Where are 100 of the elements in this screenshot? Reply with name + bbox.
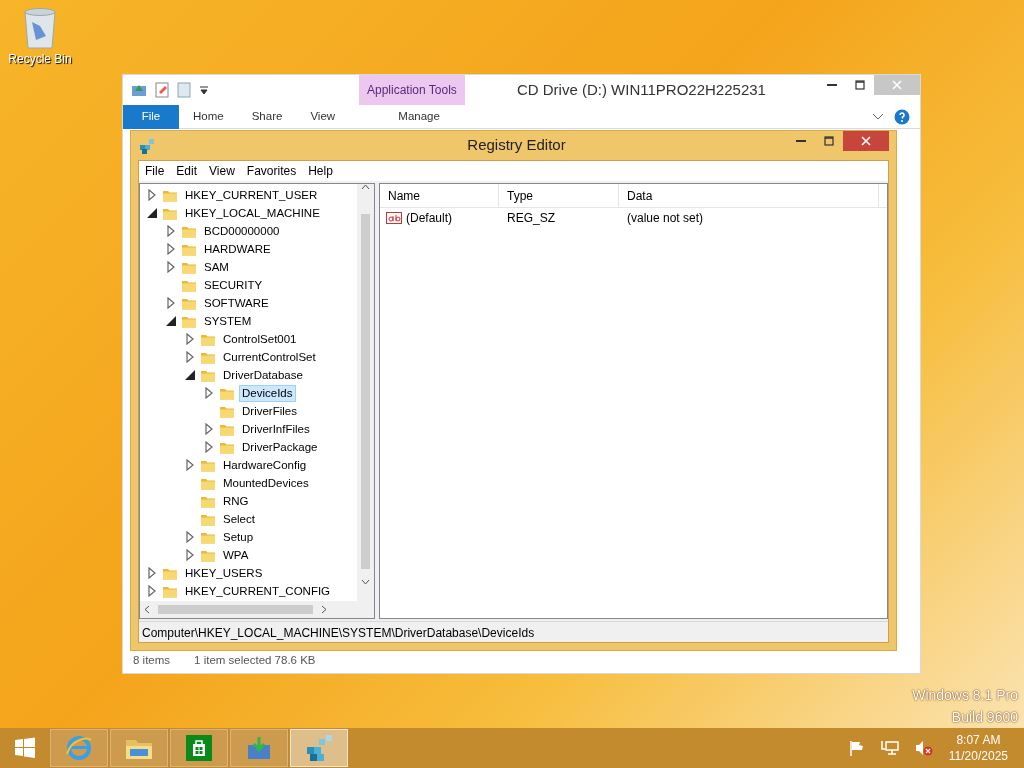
menu-item[interactable]: Help — [302, 161, 339, 181]
tree-item[interactable]: DriverFiles — [239, 402, 300, 420]
close-icon — [892, 80, 902, 90]
horizontal-scrollbar[interactable] — [140, 601, 374, 618]
folder-icon — [219, 386, 235, 400]
folder-icon — [181, 260, 197, 274]
tree-item[interactable]: HARDWARE — [201, 240, 274, 258]
folder-icon — [200, 332, 216, 346]
minimize-icon — [827, 84, 837, 86]
expand-arrow-icon[interactable] — [165, 243, 177, 255]
tree-item[interactable]: Setup — [220, 528, 257, 546]
shopping-bag-icon — [185, 734, 213, 762]
column-header[interactable]: Data — [619, 184, 879, 207]
ribbon-tab[interactable]: Share — [237, 104, 297, 129]
folder-icon — [200, 368, 216, 382]
tree-item[interactable]: DriverInfFiles — [239, 420, 313, 438]
speaker-muted-icon[interactable] — [914, 740, 933, 756]
value-type: REG_SZ — [506, 210, 556, 227]
collapse-arrow-icon[interactable] — [184, 369, 196, 381]
network-icon[interactable] — [880, 740, 899, 756]
value-name[interactable]: (Default) — [406, 208, 452, 228]
tree-item[interactable]: HardwareConfig — [220, 456, 310, 474]
tree-item[interactable]: HKEY_CURRENT_USER — [182, 186, 321, 204]
tree-item[interactable]: BCD00000000 — [201, 222, 283, 240]
taskbar-button[interactable] — [170, 729, 228, 767]
scroll-up-icon[interactable] — [361, 184, 370, 190]
scroll-left-icon[interactable] — [144, 605, 150, 615]
status-text: 1 item selected 78.6 KB — [194, 652, 316, 668]
dropdown-arrow-icon[interactable] — [199, 85, 209, 95]
properties-icon[interactable] — [155, 82, 169, 98]
folder-icon — [200, 476, 216, 490]
scroll-right-icon[interactable] — [321, 605, 327, 615]
tree-item[interactable]: DeviceIds — [239, 384, 296, 402]
window-title: Registry Editor — [466, 135, 567, 156]
collapse-arrow-icon[interactable] — [165, 315, 177, 327]
expand-arrow-icon[interactable] — [203, 441, 215, 453]
folder-icon — [200, 512, 216, 526]
ribbon-tab[interactable]: View — [296, 104, 350, 129]
tree-item[interactable]: CurrentControlSet — [220, 348, 319, 366]
expand-arrow-icon[interactable] — [184, 549, 196, 561]
browser-icon — [65, 734, 93, 762]
folder-icon — [200, 530, 216, 544]
expand-arrow-icon[interactable] — [146, 585, 158, 597]
expand-arrow-icon[interactable] — [165, 261, 177, 273]
ribbon-tab[interactable]: File — [123, 104, 179, 129]
column-header[interactable]: Type — [499, 184, 619, 207]
window-icon — [131, 83, 147, 97]
status-text: 8 items — [133, 652, 171, 668]
folder-icon — [219, 422, 235, 436]
collapse-arrow-icon[interactable] — [146, 207, 158, 219]
folder-icon — [162, 584, 178, 598]
folder-icon — [181, 278, 197, 292]
tree-item[interactable]: SOFTWARE — [201, 294, 272, 312]
tree-item[interactable]: SAM — [201, 258, 232, 276]
tree-item[interactable]: DriverDatabase — [220, 366, 306, 384]
menu-item[interactable]: View — [203, 161, 241, 181]
clock-date: 11/20/2025 — [948, 748, 1008, 764]
expand-arrow-icon[interactable] — [184, 333, 196, 345]
expand-arrow-icon[interactable] — [184, 459, 196, 471]
help-icon[interactable] — [894, 108, 910, 125]
tree-item[interactable]: HKEY_LOCAL_MACHINE — [182, 204, 323, 222]
folder-icon — [200, 458, 216, 472]
tree-item[interactable]: HKEY_CURRENT_CONFIG — [182, 582, 334, 600]
maximize-icon — [824, 136, 834, 146]
taskbar-button[interactable] — [290, 729, 348, 767]
folder-icon — [181, 242, 197, 256]
expand-arrow-icon[interactable] — [203, 423, 215, 435]
tree-item[interactable]: MountedDevices — [220, 474, 312, 492]
flag-icon[interactable] — [848, 740, 865, 756]
tree-item[interactable]: Select — [220, 510, 258, 528]
tree-item[interactable]: HKEY_USERS — [182, 564, 266, 582]
menu-item[interactable]: Favorites — [240, 161, 303, 181]
ribbon-tab[interactable]: Home — [179, 104, 238, 129]
tree-item[interactable]: SECURITY — [201, 276, 266, 294]
scroll-down-icon[interactable] — [361, 579, 370, 585]
watermark-text: Build 9600 — [950, 708, 1018, 727]
tree-item[interactable]: RNG — [220, 492, 252, 510]
tree-item[interactable]: SYSTEM — [201, 312, 255, 330]
expand-arrow-icon[interactable] — [165, 225, 177, 237]
expand-arrow-icon[interactable] — [203, 387, 215, 399]
column-header[interactable]: Name — [380, 184, 499, 207]
tree-item[interactable]: DriverPackage — [239, 438, 321, 456]
menu-item[interactable]: File — [139, 161, 171, 181]
folder-icon — [181, 224, 197, 238]
tree-item[interactable]: WPA — [220, 546, 252, 564]
close-button[interactable] — [843, 131, 889, 151]
windows-logo-icon — [14, 737, 36, 759]
window-title: CD Drive (D:) WIN11PRO22H225231 — [516, 79, 766, 100]
expand-arrow-icon[interactable] — [165, 297, 177, 309]
tree-item[interactable]: ControlSet001 — [220, 330, 300, 348]
expand-arrow-icon[interactable] — [184, 351, 196, 363]
folder-icon — [200, 494, 216, 508]
expand-arrow-icon[interactable] — [184, 531, 196, 543]
ribbon-tab[interactable]: Manage — [369, 104, 470, 129]
expand-arrow-icon[interactable] — [146, 567, 158, 579]
contextual-tab-header: Application Tools — [359, 75, 465, 105]
folder-icon — [162, 206, 178, 220]
chevron-down-icon[interactable] — [872, 112, 884, 121]
menu-item[interactable]: Edit — [170, 161, 204, 181]
expand-arrow-icon[interactable] — [146, 189, 158, 201]
